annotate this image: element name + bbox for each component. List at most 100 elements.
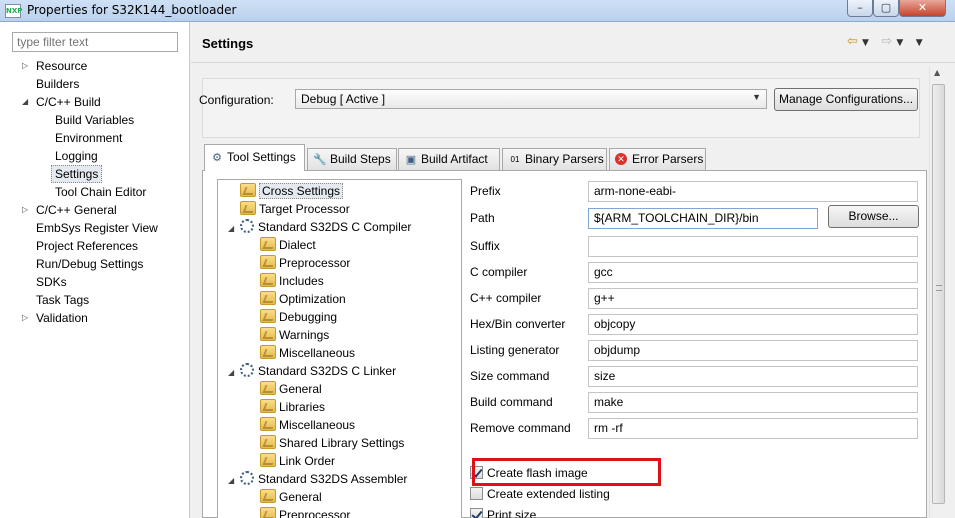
- nav-item-sdks[interactable]: SDKs: [33, 273, 70, 291]
- tab-build-artifact[interactable]: ▣ Build Artifact: [398, 148, 500, 170]
- size-command-field[interactable]: size: [588, 366, 918, 387]
- settings-page-icon: [260, 381, 276, 395]
- settings-page-icon: [260, 507, 276, 518]
- nav-item-environment[interactable]: Environment: [52, 129, 125, 147]
- forward-dropdown-icon[interactable]: ▼: [896, 38, 903, 48]
- print-size-option[interactable]: Print size: [470, 506, 536, 518]
- tree-item-label: Shared Library Settings: [279, 436, 405, 450]
- nav-item-tool-chain-editor[interactable]: Tool Chain Editor: [52, 183, 149, 201]
- back-dropdown-icon[interactable]: ▼: [862, 38, 869, 48]
- create-extended-listing-checkbox[interactable]: [470, 487, 483, 500]
- chevron-down-icon: ▼: [752, 92, 761, 102]
- nav-item-build-variables[interactable]: Build Variables: [52, 111, 137, 129]
- tree-item-c-compiler[interactable]: ◢ Standard S32DS C Compiler: [228, 218, 411, 236]
- tree-item-debugging[interactable]: Debugging: [260, 308, 337, 326]
- back-arrow-icon[interactable]: ⇦: [847, 34, 858, 49]
- collapse-arrow-icon[interactable]: ◢: [22, 93, 32, 111]
- nav-item-task-tags[interactable]: Task Tags: [33, 291, 92, 309]
- nav-item-embsys-register-view[interactable]: EmbSys Register View: [33, 219, 161, 237]
- tree-item-optimization[interactable]: Optimization: [260, 290, 346, 308]
- grip-icon: [936, 285, 942, 291]
- tree-item-label: Link Order: [279, 454, 336, 468]
- tree-item-dialect[interactable]: Dialect: [260, 236, 316, 254]
- c-compiler-field[interactable]: gcc: [588, 262, 918, 283]
- minimize-button[interactable]: –: [847, 0, 873, 17]
- browse-button[interactable]: Browse...: [828, 205, 919, 228]
- tree-item-shared-library-settings[interactable]: Shared Library Settings: [260, 434, 404, 452]
- suffix-field[interactable]: [588, 236, 918, 257]
- page-scrollbar[interactable]: ▲: [929, 66, 946, 518]
- tab-error-parsers[interactable]: ✕ Error Parsers: [609, 148, 706, 170]
- tree-item-warnings[interactable]: Warnings: [260, 326, 329, 344]
- expand-arrow-icon[interactable]: ▷: [22, 309, 32, 327]
- tree-item-label: Target Processor: [259, 202, 350, 216]
- tree-item-general[interactable]: General: [260, 380, 322, 398]
- remove-command-field[interactable]: rm -rf: [588, 418, 918, 439]
- filter-input[interactable]: [12, 32, 178, 52]
- tree-item-miscellaneous[interactable]: Miscellaneous: [260, 344, 355, 362]
- settings-page-icon: [260, 435, 276, 449]
- tree-item-preprocessor[interactable]: Preprocessor: [260, 254, 350, 272]
- expand-arrow-icon[interactable]: ▷: [22, 57, 32, 75]
- nav-item-run-debug-settings[interactable]: Run/Debug Settings: [33, 255, 146, 273]
- collapse-arrow-icon[interactable]: ◢: [228, 472, 240, 490]
- configuration-label: Configuration:: [199, 93, 274, 107]
- nav-item-cpp-general[interactable]: C/C++ General: [33, 201, 120, 219]
- tool-settings-tree: Cross Settings Target Processor ◢ Standar…: [217, 179, 462, 518]
- settings-page-icon: [260, 453, 276, 467]
- tab-tool-settings[interactable]: ⚙ Tool Settings: [204, 144, 305, 171]
- tab-label: Binary Parsers: [525, 152, 604, 166]
- configuration-select[interactable]: Debug [ Active ] ▼: [295, 89, 767, 109]
- maximize-button[interactable]: ▢: [873, 0, 899, 17]
- expand-arrow-icon[interactable]: ▷: [22, 201, 32, 219]
- create-extended-listing-option[interactable]: Create extended listing: [470, 485, 610, 503]
- tool-gear-icon: [240, 363, 254, 377]
- title-bar: NXP Properties for S32K144_bootloader – …: [0, 0, 955, 22]
- tab-build-steps[interactable]: 🔧 Build Steps: [307, 148, 397, 170]
- path-field[interactable]: ${ARM_TOOLCHAIN_DIR}/bin: [588, 208, 818, 229]
- nav-item-builders[interactable]: Builders: [33, 75, 82, 93]
- nav-item-settings[interactable]: Settings: [51, 165, 103, 183]
- tab-label: Build Steps: [330, 152, 391, 166]
- listing-generator-field[interactable]: objdump: [588, 340, 918, 361]
- tree-item-c-linker[interactable]: ◢ Standard S32DS C Linker: [228, 362, 396, 380]
- close-button[interactable]: ✕: [899, 0, 946, 17]
- tree-item-label: Includes: [279, 274, 324, 288]
- settings-page: Settings ⇦ ▼ ⇨ ▼ ▼ Configuration: Debug …: [191, 22, 955, 518]
- print-size-checkbox[interactable]: [470, 508, 483, 518]
- settings-page-icon: [240, 183, 256, 197]
- header-divider: [191, 62, 955, 63]
- nav-item-cpp-build[interactable]: C/C++ Build: [33, 93, 104, 111]
- settings-page-icon: [260, 345, 276, 359]
- tree-item-libraries[interactable]: Libraries: [260, 398, 325, 416]
- forward-arrow-icon[interactable]: ⇨: [881, 34, 892, 49]
- nav-item-resource[interactable]: Resource: [33, 57, 90, 75]
- tree-item-preprocessor[interactable]: Preprocessor: [260, 506, 350, 518]
- settings-page-icon: [260, 489, 276, 503]
- tree-item-link-order[interactable]: Link Order: [260, 452, 335, 470]
- tree-item-assembler[interactable]: ◢ Standard S32DS Assembler: [228, 470, 407, 488]
- checkbox-label: Print size: [487, 508, 537, 518]
- scrollbar-thumb[interactable]: [932, 84, 945, 504]
- prefix-field[interactable]: arm-none-eabi-: [588, 181, 918, 202]
- build-command-field[interactable]: make: [588, 392, 918, 413]
- view-menu-icon[interactable]: ▼: [916, 38, 923, 48]
- tool-gear-icon: [240, 471, 254, 485]
- nav-item-logging[interactable]: Logging: [52, 147, 101, 165]
- collapse-arrow-icon[interactable]: ◢: [228, 364, 240, 382]
- tab-binary-parsers[interactable]: 01 Binary Parsers: [502, 148, 607, 170]
- collapse-arrow-icon[interactable]: ◢: [228, 220, 240, 238]
- manage-configurations-button[interactable]: Manage Configurations...: [774, 88, 918, 111]
- settings-page-icon: [260, 237, 276, 251]
- scroll-up-icon[interactable]: ▲: [934, 68, 940, 77]
- tree-item-label: Optimization: [279, 292, 346, 306]
- tree-item-cross-settings[interactable]: Cross Settings: [240, 182, 344, 200]
- tree-item-general[interactable]: General: [260, 488, 322, 506]
- hex-bin-converter-field[interactable]: objcopy: [588, 314, 918, 335]
- nav-item-validation[interactable]: Validation: [33, 309, 91, 327]
- nav-item-project-references[interactable]: Project References: [33, 237, 141, 255]
- tree-item-target-processor[interactable]: Target Processor: [240, 200, 350, 218]
- cpp-compiler-field[interactable]: g++: [588, 288, 918, 309]
- tree-item-includes[interactable]: Includes: [260, 272, 324, 290]
- tree-item-miscellaneous[interactable]: Miscellaneous: [260, 416, 355, 434]
